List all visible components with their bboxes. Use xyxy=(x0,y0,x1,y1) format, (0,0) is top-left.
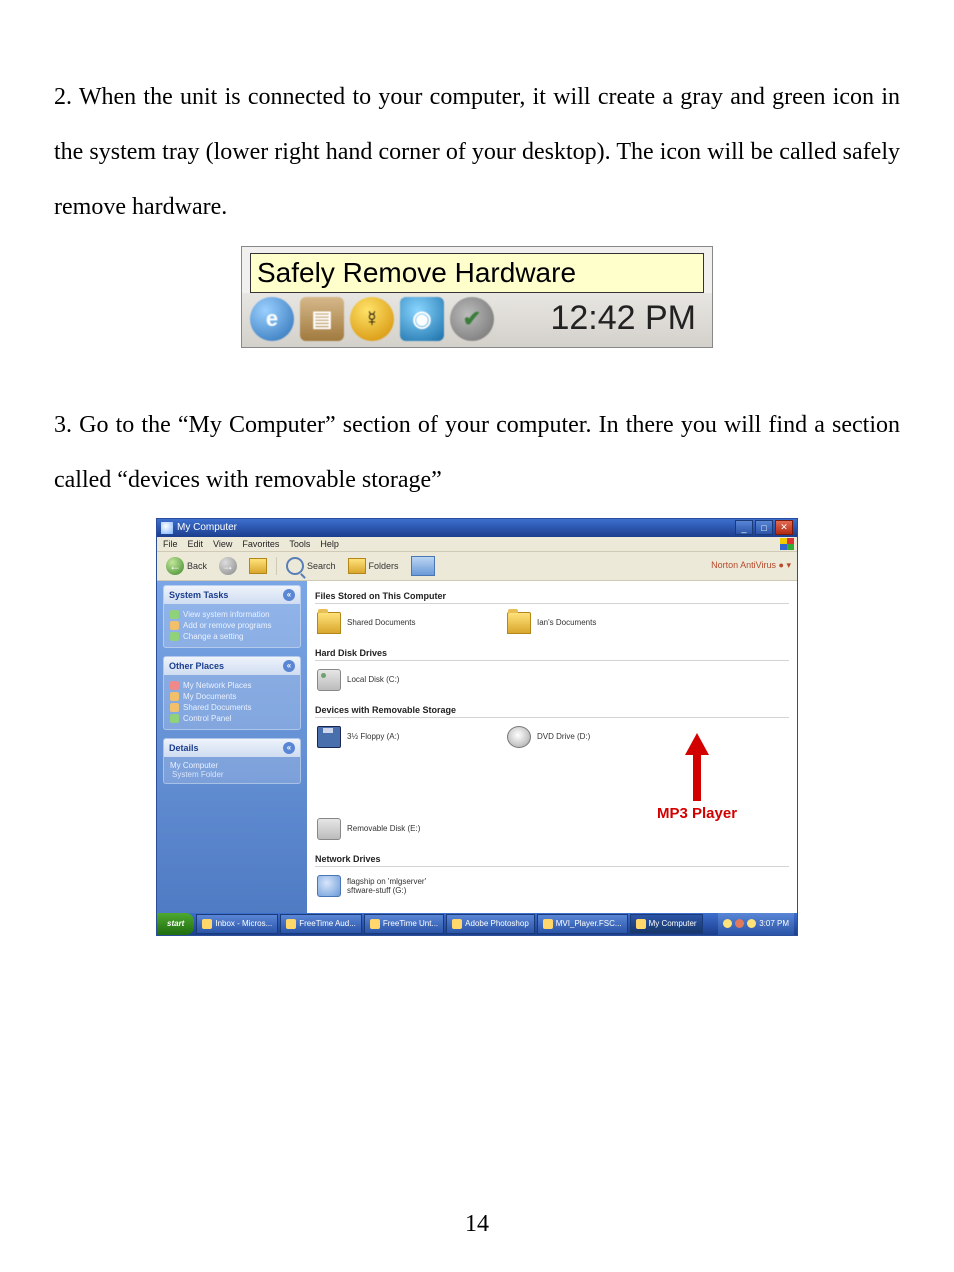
window-maximize-button[interactable]: □ xyxy=(755,520,773,535)
toolbar-search-label: Search xyxy=(307,561,336,571)
folder-up-icon xyxy=(249,558,267,574)
window-title: My Computer xyxy=(177,522,237,533)
floppy-icon xyxy=(317,726,341,748)
menu-help[interactable]: Help xyxy=(320,539,339,549)
section-removable-label: Devices with Removable Storage xyxy=(315,703,789,718)
toolbar-folders-label: Folders xyxy=(369,561,399,571)
tray-aim-icon: ☿ xyxy=(350,297,394,341)
hard-disk-icon xyxy=(317,669,341,691)
system-tasks-panel: System Tasks « View system information A… xyxy=(163,585,301,648)
tray-browser-icon: e xyxy=(250,297,294,341)
forward-arrow-icon: → xyxy=(219,557,237,575)
system-tray: e ▤ ☿ ◉ ✔ 12:42 PM xyxy=(242,293,712,347)
figure-my-computer: My Computer _ □ ✕ File Edit View Favorit… xyxy=(54,518,900,936)
toolbar-search-button[interactable]: Search xyxy=(283,556,339,576)
my-computer-title-icon xyxy=(161,522,173,534)
task-add-remove-programs[interactable]: Add or remove programs xyxy=(170,621,294,630)
folders-icon xyxy=(348,558,366,574)
menu-tools[interactable]: Tools xyxy=(289,539,310,549)
item-shared-documents[interactable]: Shared Documents xyxy=(317,612,437,634)
menu-favorites[interactable]: Favorites xyxy=(242,539,279,549)
item-local-disk-c[interactable]: Local Disk (C:) xyxy=(317,669,437,691)
system-clock: 12:42 PM xyxy=(550,299,704,338)
window-titlebar[interactable]: My Computer _ □ ✕ xyxy=(157,519,797,537)
task-change-setting[interactable]: Change a setting xyxy=(170,632,294,641)
toolbar-back-button[interactable]: ← Back xyxy=(163,556,210,576)
page-number: 14 xyxy=(0,1211,954,1238)
window-close-button[interactable]: ✕ xyxy=(775,520,793,535)
item-network-drive[interactable]: flagship on 'mlgserver' sftware-stuff (G… xyxy=(317,875,437,897)
network-drive-icon xyxy=(317,875,341,897)
side-task-pane: System Tasks « View system information A… xyxy=(157,581,307,913)
windows-flag-icon xyxy=(780,538,794,550)
details-header[interactable]: Details « xyxy=(164,739,300,757)
menu-edit[interactable]: Edit xyxy=(188,539,204,549)
folder-icon xyxy=(317,612,341,634)
window-minimize-button[interactable]: _ xyxy=(735,520,753,535)
windows-taskbar: start Inbox - Micros... FreeTime Aud... … xyxy=(157,913,797,935)
place-my-documents[interactable]: My Documents xyxy=(170,692,294,701)
safely-remove-tooltip: Safely Remove Hardware xyxy=(250,253,704,293)
toolbar: ← Back → Search Folders xyxy=(157,552,797,581)
search-icon xyxy=(286,557,304,575)
tray-monitor-icon: ◉ xyxy=(400,297,444,341)
item-dvd-drive-d[interactable]: DVD Drive (D:) xyxy=(507,726,627,748)
chevron-icon: « xyxy=(283,742,295,754)
toolbar-up-button[interactable] xyxy=(246,557,270,575)
taskbar-item[interactable]: FreeTime Unt... xyxy=(364,914,444,934)
tray-clipboard-icon: ▤ xyxy=(300,297,344,341)
menu-file[interactable]: File xyxy=(163,539,178,549)
folder-icon xyxy=(507,612,531,634)
place-shared-documents[interactable]: Shared Documents xyxy=(170,703,294,712)
taskbar-item-active[interactable]: My Computer xyxy=(630,914,703,934)
section-network-drives-label: Network Drives xyxy=(315,852,789,867)
toolbar-folders-button[interactable]: Folders xyxy=(345,557,402,575)
details-name: My Computer xyxy=(170,761,294,770)
other-places-panel: Other Places « My Network Places My Docu… xyxy=(163,656,301,730)
document-page: 2. When the unit is connected to your co… xyxy=(0,0,954,1272)
toolbar-views-button[interactable] xyxy=(408,555,438,577)
place-control-panel[interactable]: Control Panel xyxy=(170,714,294,723)
chevron-icon: « xyxy=(283,660,295,672)
item-removable-disk-e[interactable]: Removable Disk (E:) xyxy=(317,818,437,840)
taskbar-item[interactable]: Inbox - Micros... xyxy=(196,914,278,934)
chevron-icon: « xyxy=(283,589,295,601)
taskbar-item[interactable]: MVI_Player.FSC... xyxy=(537,914,628,934)
menu-view[interactable]: View xyxy=(213,539,232,549)
views-icon xyxy=(411,556,435,576)
task-view-system-info[interactable]: View system information xyxy=(170,610,294,619)
section-files-stored-label: Files Stored on This Computer xyxy=(315,589,789,604)
my-computer-window: My Computer _ □ ✕ File Edit View Favorit… xyxy=(156,518,798,936)
figure-system-tray: Safely Remove Hardware e ▤ ☿ ◉ ✔ 12:42 P… xyxy=(54,246,900,348)
back-arrow-icon: ← xyxy=(166,557,184,575)
tray-icon xyxy=(747,919,756,928)
details-type: System Folder xyxy=(170,770,294,779)
tray-safely-remove-icon: ✔ xyxy=(450,297,494,341)
taskbar-item[interactable]: Adobe Photoshop xyxy=(446,914,535,934)
section-hard-disk-label: Hard Disk Drives xyxy=(315,646,789,661)
details-panel: Details « My Computer System Folder xyxy=(163,738,301,784)
taskbar-tray: 3:07 PM xyxy=(718,913,794,935)
start-button[interactable]: start xyxy=(157,913,194,935)
toolbar-forward-button[interactable]: → xyxy=(216,556,240,576)
dvd-drive-icon xyxy=(507,726,531,748)
paragraph-step-2: 2. When the unit is connected to your co… xyxy=(54,70,900,236)
paragraph-step-3: 3. Go to the “My Computer” section of yo… xyxy=(54,398,900,508)
main-content-pane: Files Stored on This Computer Shared Doc… xyxy=(307,581,797,913)
system-tasks-header[interactable]: System Tasks « xyxy=(164,586,300,604)
toolbar-antivirus-label[interactable]: Norton AntiVirus ● ▾ xyxy=(711,560,791,571)
place-network-places[interactable]: My Network Places xyxy=(170,681,294,690)
tray-icon xyxy=(735,919,744,928)
item-user-documents[interactable]: Ian's Documents xyxy=(507,612,627,634)
removable-disk-icon xyxy=(317,818,341,840)
toolbar-back-label: Back xyxy=(187,561,207,571)
tray-icon xyxy=(723,919,732,928)
menu-bar: File Edit View Favorites Tools Help xyxy=(157,537,797,552)
item-floppy-a[interactable]: 3½ Floppy (A:) xyxy=(317,726,437,748)
taskbar-item[interactable]: FreeTime Aud... xyxy=(280,914,362,934)
taskbar-clock: 3:07 PM xyxy=(759,919,789,928)
systray-screenshot: Safely Remove Hardware e ▤ ☿ ◉ ✔ 12:42 P… xyxy=(241,246,713,348)
other-places-header[interactable]: Other Places « xyxy=(164,657,300,675)
